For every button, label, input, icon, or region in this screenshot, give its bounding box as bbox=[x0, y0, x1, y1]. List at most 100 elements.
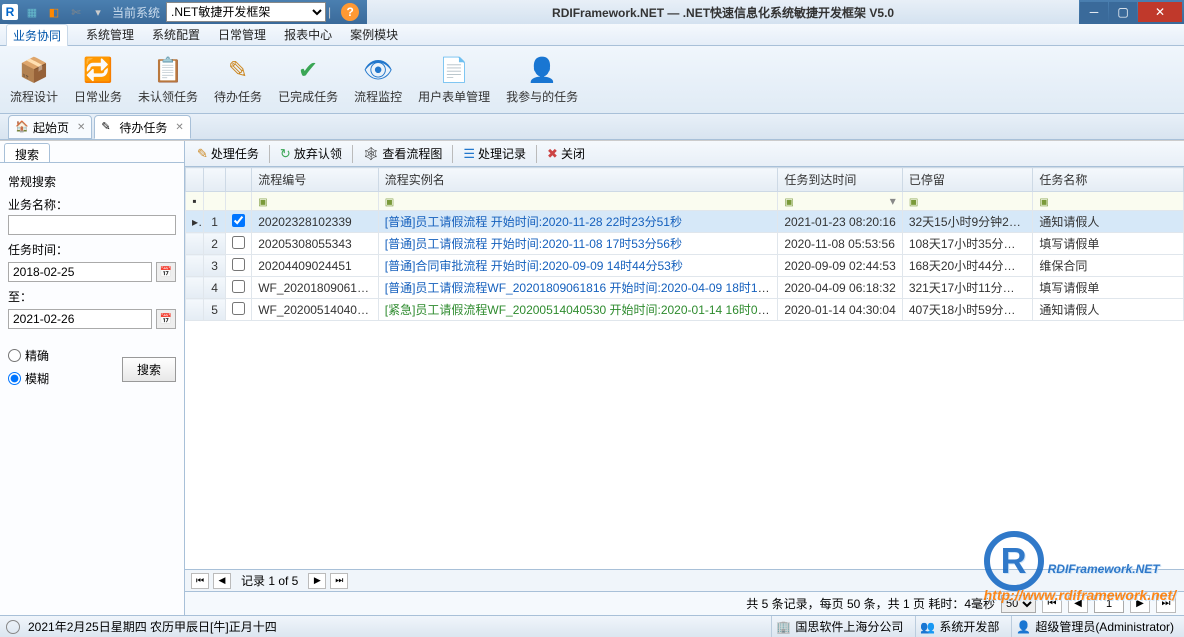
toolbar-button[interactable]: 🕸查看流程图 bbox=[357, 143, 449, 164]
menu-item[interactable]: 业务协同 bbox=[6, 24, 68, 46]
date-from-input[interactable] bbox=[8, 262, 152, 282]
calendar-icon[interactable]: 📅 bbox=[156, 262, 176, 282]
minimize-button[interactable]: ─ bbox=[1080, 2, 1108, 22]
column-header[interactable]: 流程编号 bbox=[252, 168, 379, 192]
nav-first-icon[interactable]: ⏮ bbox=[191, 573, 209, 589]
ribbon-button[interactable]: ✎待办任务 bbox=[214, 54, 262, 105]
row-checkbox[interactable] bbox=[232, 280, 245, 293]
status-dept: 系统开发部 bbox=[939, 618, 999, 635]
table-row[interactable]: 320204409024451[普通]合同审批流程 开始时间:2020-09-0… bbox=[186, 255, 1184, 277]
tab[interactable]: ✎待办任务✕ bbox=[94, 115, 190, 139]
date-to-input[interactable] bbox=[8, 309, 152, 329]
page-prev-icon[interactable]: ◀ bbox=[1068, 595, 1088, 613]
page-next-icon[interactable]: ▶ bbox=[1130, 595, 1150, 613]
help-icon[interactable]: ? bbox=[341, 3, 359, 21]
tab-label: 起始页 bbox=[33, 119, 69, 136]
filter-icon[interactable]: ▣ bbox=[258, 197, 267, 208]
tab[interactable]: 🏠起始页✕ bbox=[8, 115, 92, 139]
column-header[interactable] bbox=[186, 168, 204, 192]
system-dropdown[interactable]: .NET敏捷开发框架 bbox=[166, 2, 326, 22]
column-header[interactable]: 任务到达时间 bbox=[778, 168, 902, 192]
cell-code: 20205308055343 bbox=[252, 233, 379, 255]
nav-next-icon[interactable]: ▶ bbox=[308, 573, 326, 589]
row-checkbox[interactable] bbox=[232, 302, 245, 315]
column-header[interactable] bbox=[204, 168, 226, 192]
page-number-input[interactable] bbox=[1094, 595, 1124, 613]
cell-name[interactable]: [普通]员工请假流程WF_20201809061816 开始时间:2020-04… bbox=[378, 277, 778, 299]
column-header[interactable] bbox=[226, 168, 252, 192]
ribbon-button[interactable]: 📋未认领任务 bbox=[138, 54, 198, 105]
tab-close-icon[interactable]: ✕ bbox=[77, 122, 85, 133]
nav-last-icon[interactable]: ⏭ bbox=[330, 573, 348, 589]
row-checkbox[interactable] bbox=[232, 258, 245, 271]
ribbon-icon: 🔁 bbox=[82, 54, 114, 86]
toolbar-label: 处理记录 bbox=[478, 145, 526, 162]
filter-icon[interactable]: ▣ bbox=[385, 197, 394, 208]
row-checkbox[interactable] bbox=[232, 214, 245, 227]
column-header[interactable]: 已停留 bbox=[902, 168, 1033, 192]
qa-icon-4[interactable]: ▾ bbox=[90, 4, 106, 20]
qa-icon-2[interactable]: ◧ bbox=[46, 4, 62, 20]
table-row[interactable]: 2 20205308055343[普通]员工请假流程 开始时间:2020-11-0… bbox=[186, 233, 1184, 255]
ribbon-label: 我参与的任务 bbox=[506, 88, 578, 105]
business-name-label: 业务名称： bbox=[8, 196, 176, 213]
page-size-select[interactable]: 50 bbox=[1001, 595, 1036, 613]
ribbon-icon: 📋 bbox=[152, 54, 184, 86]
menu-item[interactable]: 案例模块 bbox=[350, 26, 398, 43]
cell-arrived: 2020-04-09 06:18:32 bbox=[778, 277, 902, 299]
record-indicator: 记录 1 of 5 bbox=[241, 572, 298, 589]
row-indicator bbox=[186, 233, 204, 255]
ribbon-button[interactable]: ✔已完成任务 bbox=[278, 54, 338, 105]
cell-task: 填写请假单 bbox=[1033, 277, 1184, 299]
ribbon-button[interactable]: 📦流程设计 bbox=[10, 54, 58, 105]
data-grid[interactable]: 流程编号流程实例名任务到达时间已停留任务名称▪▣ ▣ ▣ ▾▣ ▣ ▸12020… bbox=[185, 167, 1184, 569]
qa-icon-3[interactable]: ✄ bbox=[68, 4, 84, 20]
toolbar-button[interactable]: ✖关闭 bbox=[541, 143, 591, 164]
row-indicator bbox=[186, 277, 204, 299]
maximize-button[interactable]: ▢ bbox=[1109, 2, 1137, 22]
task-time-label: 任务时间： bbox=[8, 241, 176, 258]
qa-icon-1[interactable]: ▦ bbox=[24, 4, 40, 20]
cell-name[interactable]: [普通]员工请假流程 开始时间:2020-11-08 17时53分56秒 bbox=[378, 233, 778, 255]
nav-prev-icon[interactable]: ◀ bbox=[213, 573, 231, 589]
row-number: 2 bbox=[204, 233, 226, 255]
page-last-icon[interactable]: ⏭ bbox=[1156, 595, 1176, 613]
filter-row[interactable]: ▪▣ ▣ ▣ ▾▣ ▣ bbox=[186, 192, 1184, 211]
ribbon-button[interactable]: 👤我参与的任务 bbox=[506, 54, 578, 105]
menu-item[interactable]: 系统配置 bbox=[152, 26, 200, 43]
row-checkbox[interactable] bbox=[232, 236, 245, 249]
search-button[interactable]: 搜索 bbox=[122, 357, 176, 382]
toolbar-button[interactable]: ✎处理任务 bbox=[191, 143, 265, 164]
toolbar-button[interactable]: ☰处理记录 bbox=[457, 143, 532, 164]
table-row[interactable]: 5WF_20200514040530[紧急]员工请假流程WF_202005140… bbox=[186, 299, 1184, 321]
ribbon-button[interactable]: 👁流程监控 bbox=[354, 54, 402, 105]
ribbon-button[interactable]: 📄用户表单管理 bbox=[418, 54, 490, 105]
filter-icon[interactable]: ▣ bbox=[1039, 197, 1048, 208]
title-bar: R ▦ ◧ ✄ ▾ 当前系统 .NET敏捷开发框架 | ? RDIFramewo… bbox=[0, 0, 1184, 24]
cell-name[interactable]: [普通]员工请假流程 开始时间:2020-11-28 22时23分51秒 bbox=[378, 211, 778, 233]
ribbon-button[interactable]: 🔁日常业务 bbox=[74, 54, 122, 105]
row-number: 5 bbox=[204, 299, 226, 321]
filter-icon[interactable]: ▣ bbox=[784, 197, 793, 208]
calendar-icon[interactable]: 📅 bbox=[156, 309, 176, 329]
tab-close-icon[interactable]: ✕ bbox=[175, 122, 183, 133]
cell-stayed: 168天20小时44分钟49... bbox=[902, 255, 1033, 277]
cell-name[interactable]: [紧急]员工请假流程WF_20200514040530 开始时间:2020-01… bbox=[378, 299, 778, 321]
search-section-title: 常规搜索 bbox=[8, 173, 176, 190]
close-button[interactable]: ✕ bbox=[1138, 2, 1182, 22]
column-header[interactable]: 任务名称 bbox=[1033, 168, 1184, 192]
menu-item[interactable]: 日常管理 bbox=[218, 26, 266, 43]
menu-item[interactable]: 系统管理 bbox=[86, 26, 134, 43]
ribbon-toolbar: 📦流程设计 🔁日常业务 📋未认领任务 ✎待办任务 ✔已完成任务 👁流程监控 📄用户表单管理 👤… bbox=[0, 46, 1184, 114]
page-first-icon[interactable]: ⏮ bbox=[1042, 595, 1062, 613]
search-tab[interactable]: 搜索 bbox=[4, 143, 50, 162]
business-name-input[interactable] bbox=[8, 215, 176, 235]
toolbar-button[interactable]: ↻放弃认领 bbox=[274, 143, 348, 164]
table-row[interactable]: 4WF_20201809061816[普通]员工请假流程WF_202018090… bbox=[186, 277, 1184, 299]
filter-icon[interactable]: ▣ bbox=[909, 197, 918, 208]
column-header[interactable]: 流程实例名 bbox=[378, 168, 778, 192]
filter-handle-icon: ▪ bbox=[186, 192, 204, 211]
menu-item[interactable]: 报表中心 bbox=[284, 26, 332, 43]
table-row[interactable]: ▸120202328102339[普通]员工请假流程 开始时间:2020-11-… bbox=[186, 211, 1184, 233]
cell-name[interactable]: [普通]合同审批流程 开始时间:2020-09-09 14时44分53秒 bbox=[378, 255, 778, 277]
